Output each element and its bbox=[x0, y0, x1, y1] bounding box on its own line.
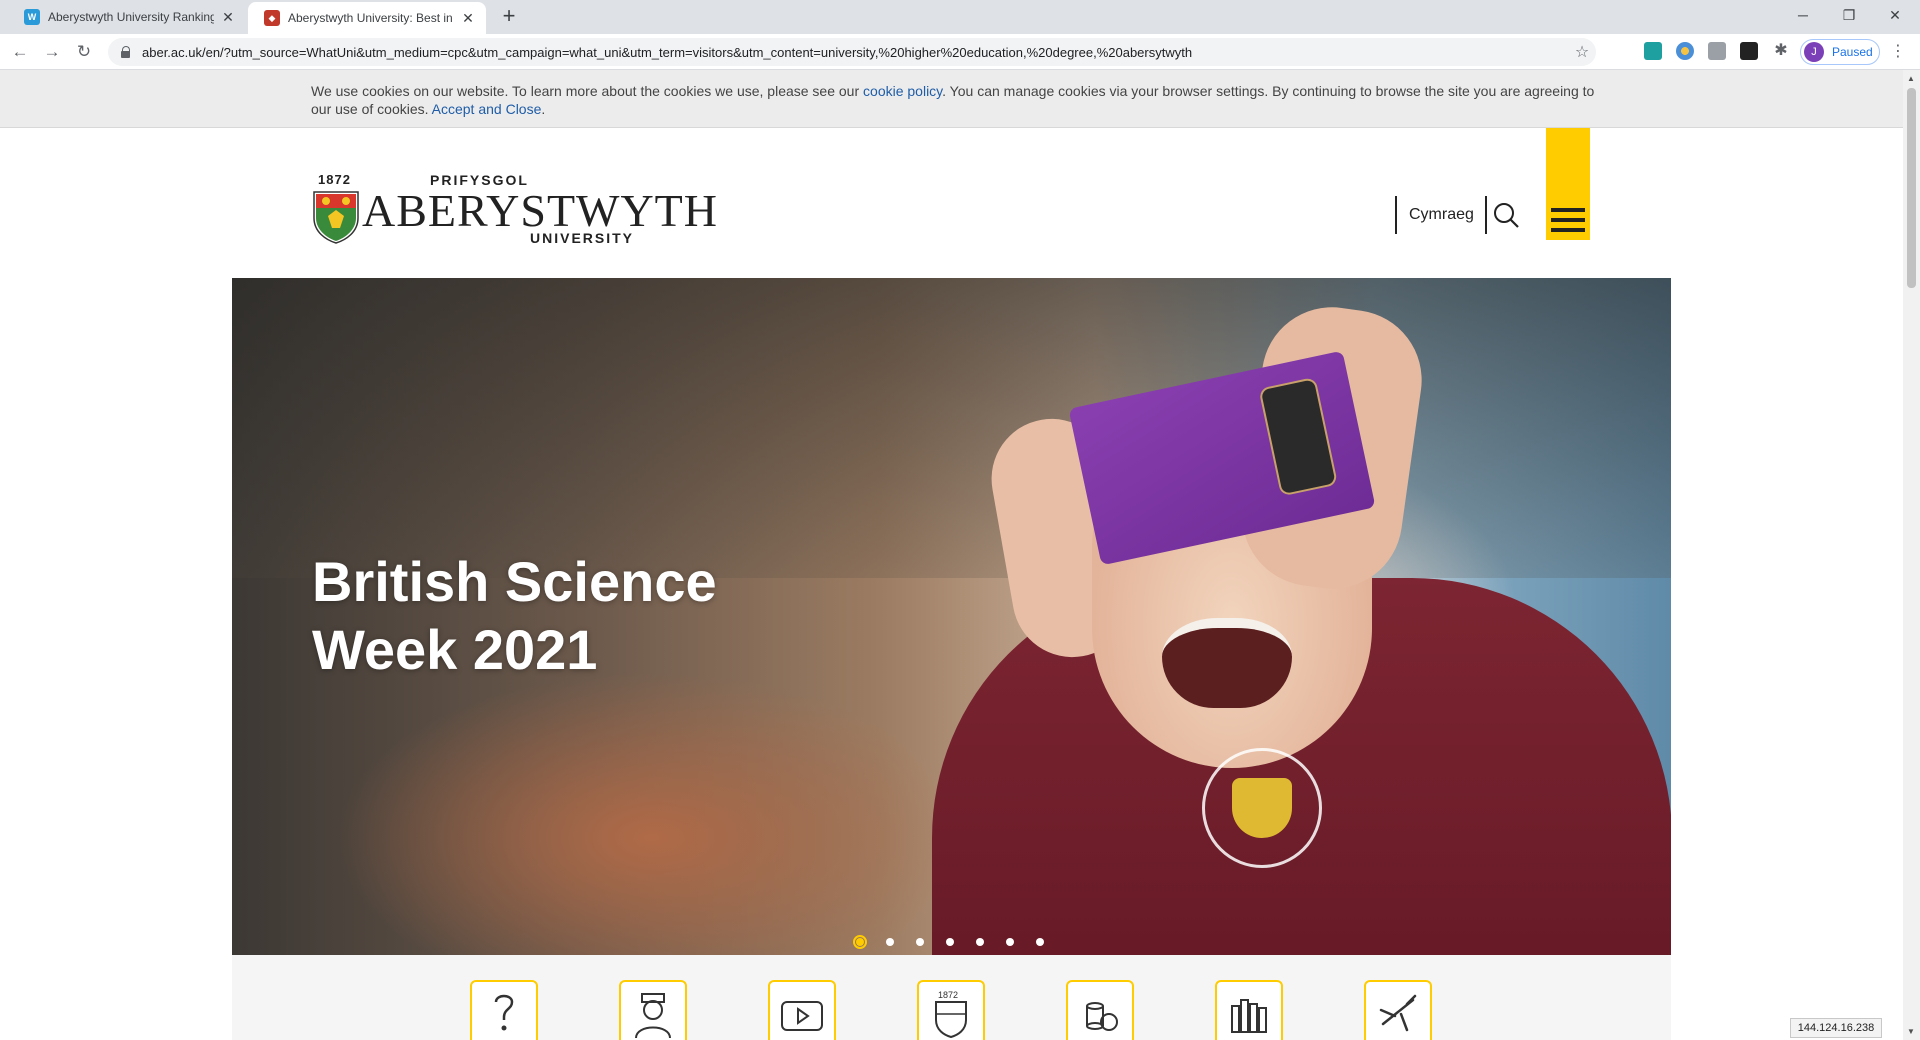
quick-link-fees[interactable] bbox=[1066, 980, 1134, 1040]
extension-teal-icon[interactable] bbox=[1644, 42, 1662, 60]
extension-dark-icon[interactable] bbox=[1740, 42, 1758, 60]
lock-icon bbox=[120, 46, 132, 58]
back-arrow-icon[interactable]: ← bbox=[8, 40, 32, 64]
logo-year: 1872 bbox=[318, 172, 351, 187]
carousel-dot-4[interactable] bbox=[943, 935, 957, 949]
hamburger-menu-button[interactable] bbox=[1546, 128, 1590, 240]
search-button[interactable] bbox=[1485, 196, 1525, 234]
quick-links-bar: 1872 bbox=[232, 955, 1671, 1040]
quick-link-graduate[interactable] bbox=[619, 980, 687, 1040]
hero-title-line: British Science bbox=[312, 550, 717, 613]
browser-toolbar: ← → ↻ aber.ac.uk/en/?utm_source=WhatUni&… bbox=[0, 34, 1920, 70]
tab-title: Aberystwyth University: Best in th bbox=[288, 11, 454, 25]
svg-text:1872: 1872 bbox=[938, 990, 958, 1000]
tab-whatuni[interactable]: W Aberystwyth University Ranking & ✕ bbox=[8, 0, 246, 34]
cookie-banner: We use cookies on our website. To learn … bbox=[0, 70, 1903, 128]
restore-button[interactable]: ❐ bbox=[1826, 0, 1872, 30]
quick-link-video[interactable] bbox=[768, 980, 836, 1040]
menu-bar bbox=[1551, 228, 1585, 232]
aber-crest-favicon-icon: ◆ bbox=[264, 10, 280, 26]
books-icon bbox=[1231, 999, 1267, 1033]
close-tab-icon[interactable]: ✕ bbox=[220, 9, 236, 25]
graduate-person-icon bbox=[635, 993, 671, 1038]
close-tab-icon[interactable]: ✕ bbox=[460, 10, 476, 26]
menu-bar bbox=[1551, 208, 1585, 212]
page-scrollbar[interactable]: ▲ ▼ bbox=[1903, 70, 1920, 1040]
hero-image-school-crest bbox=[1232, 778, 1292, 838]
carousel-dot-5[interactable] bbox=[973, 935, 987, 949]
hero-background bbox=[232, 278, 1671, 578]
quick-link-library[interactable] bbox=[1215, 980, 1283, 1040]
quick-link-crest[interactable]: 1872 bbox=[917, 980, 985, 1040]
address-bar[interactable]: aber.ac.uk/en/?utm_source=WhatUni&utm_me… bbox=[108, 38, 1596, 66]
scrollbar-thumb[interactable] bbox=[1907, 88, 1916, 288]
page-viewport: We use cookies on our website. To learn … bbox=[0, 70, 1903, 1040]
video-play-icon bbox=[781, 1001, 823, 1031]
browser-tab-strip: W Aberystwyth University Ranking & ✕ ◆ A… bbox=[0, 0, 1920, 34]
tab-title: Aberystwyth University Ranking & bbox=[48, 10, 214, 24]
avatar: J bbox=[1804, 42, 1824, 62]
quick-link-question[interactable] bbox=[470, 980, 538, 1040]
university-logo[interactable]: 1872 PRIFYSGOL ABERYSTWYTH UNIVERSITY bbox=[312, 172, 717, 247]
hero-carousel[interactable]: British Science Week 2021 bbox=[232, 278, 1671, 955]
cookie-policy-link[interactable]: cookie policy bbox=[863, 83, 942, 99]
tab-aber[interactable]: ◆ Aberystwyth University: Best in th ✕ bbox=[248, 2, 486, 34]
profile-status: Paused bbox=[1832, 45, 1873, 59]
hero-title[interactable]: British Science Week 2021 bbox=[312, 548, 717, 684]
hero-image-mouth bbox=[1162, 618, 1292, 708]
carousel-dots bbox=[853, 935, 1047, 949]
site-header: 1872 PRIFYSGOL ABERYSTWYTH UNIVERSITY Cy… bbox=[232, 128, 1671, 278]
cookie-text: . bbox=[541, 101, 546, 117]
coins-icon bbox=[1086, 1002, 1118, 1031]
carousel-dot-6[interactable] bbox=[1003, 935, 1017, 949]
extension-chrome-icon[interactable] bbox=[1676, 42, 1694, 60]
carousel-dot-2[interactable] bbox=[883, 935, 897, 949]
cookie-message: We use cookies on our website. To learn … bbox=[311, 82, 1601, 118]
url-text: aber.ac.uk/en/?utm_source=WhatUni&utm_me… bbox=[142, 44, 1193, 60]
university-crest-icon: 1872 bbox=[935, 990, 967, 1038]
close-window-button[interactable]: ✕ bbox=[1872, 0, 1918, 30]
minimize-button[interactable]: ─ bbox=[1780, 0, 1826, 30]
forward-arrow-icon[interactable]: → bbox=[40, 40, 64, 64]
airplane-icon bbox=[1379, 994, 1417, 1032]
profile-button[interactable]: J Paused bbox=[1800, 39, 1880, 65]
new-tab-button[interactable]: + bbox=[496, 5, 522, 29]
quick-link-international[interactable] bbox=[1364, 980, 1432, 1040]
carousel-dot-7[interactable] bbox=[1033, 935, 1047, 949]
hero-image-phone bbox=[1258, 376, 1339, 497]
bookmark-star-icon[interactable]: ☆ bbox=[1568, 42, 1596, 62]
accept-close-link[interactable]: Accept and Close bbox=[432, 101, 542, 117]
reload-icon[interactable]: ↻ bbox=[72, 40, 96, 64]
browser-menu-icon[interactable]: ⋮ bbox=[1890, 42, 1906, 62]
extensions-puzzle-icon[interactable]: ✱ bbox=[1772, 42, 1790, 60]
question-icon bbox=[494, 994, 514, 1031]
crest-icon bbox=[313, 191, 359, 244]
menu-bar bbox=[1551, 218, 1585, 222]
language-switch-link[interactable]: Cymraeg bbox=[1395, 196, 1484, 234]
whatuni-favicon-icon: W bbox=[24, 9, 40, 25]
carousel-dot-3[interactable] bbox=[913, 935, 927, 949]
logo-university: UNIVERSITY bbox=[530, 230, 635, 246]
search-icon bbox=[1494, 203, 1519, 228]
scroll-down-arrow-icon[interactable]: ▼ bbox=[1907, 1027, 1915, 1036]
hero-title-line: Week 2021 bbox=[312, 618, 598, 681]
scroll-up-arrow-icon[interactable]: ▲ bbox=[1907, 74, 1915, 83]
extension-stack-icon[interactable] bbox=[1708, 42, 1726, 60]
carousel-dot-1[interactable] bbox=[853, 935, 867, 949]
ip-address-badge: 144.124.16.238 bbox=[1790, 1018, 1882, 1038]
cookie-text: We use cookies on our website. To learn … bbox=[311, 83, 864, 99]
